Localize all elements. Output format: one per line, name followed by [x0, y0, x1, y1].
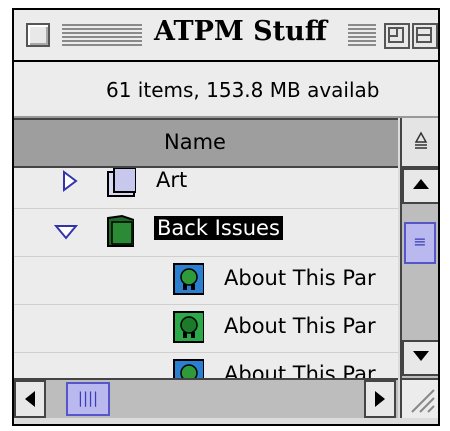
horizontal-scroll-thumb[interactable]: ||||	[66, 382, 110, 416]
scroll-up-button[interactable]	[402, 168, 438, 204]
name-column-label: Name	[164, 130, 226, 154]
resize-grip-icon	[411, 389, 435, 413]
zoom-box[interactable]	[384, 23, 410, 49]
zoom-icon	[388, 27, 404, 43]
status-header: 61 items, 153.8 MB availab	[14, 62, 438, 118]
sort-direction-icon	[414, 131, 428, 149]
horizontal-scrollbar[interactable]: ||||	[14, 378, 398, 418]
folder-icon	[107, 168, 136, 197]
list-item-art[interactable]: Art	[14, 168, 398, 209]
arrow-right-icon	[375, 391, 385, 407]
list-item-document[interactable]: About This Par	[14, 352, 398, 378]
scroll-right-button[interactable]	[364, 380, 396, 418]
windowshade-box[interactable]	[412, 23, 438, 49]
name-column-header[interactable]: Name	[14, 118, 398, 168]
list-item-document[interactable]: About This Par	[14, 304, 398, 353]
windowshade-icon	[416, 27, 432, 43]
scroll-down-button[interactable]	[402, 340, 438, 376]
title-stripes-right	[348, 24, 376, 46]
title-bar[interactable]: ATPM Stuff	[14, 10, 438, 62]
items-available-status: 61 items, 153.8 MB availab	[106, 78, 380, 102]
disclosure-expanded-icon[interactable]	[54, 224, 78, 240]
folder-icon	[107, 214, 134, 247]
vertical-scroll-thumb[interactable]: ≡	[404, 222, 436, 264]
list-item-document[interactable]: About This Par	[14, 256, 398, 305]
list-item-label: About This Par	[224, 314, 376, 338]
disclosure-collapsed-icon[interactable]	[62, 170, 78, 192]
list-item-label: About This Par	[224, 266, 376, 290]
window-title: ATPM Stuff	[148, 16, 333, 47]
document-icon	[173, 359, 204, 378]
close-box[interactable]	[26, 23, 50, 47]
arrow-down-icon	[413, 351, 429, 361]
title-stripes-left	[62, 24, 142, 46]
list-item-label: About This Par	[224, 362, 376, 378]
file-list: Art Back Issues About This Par About Thi…	[14, 168, 398, 378]
arrow-left-icon	[25, 391, 35, 407]
list-item-label: Art	[156, 168, 188, 192]
vertical-scrollbar[interactable]: ≡	[400, 168, 438, 378]
document-icon	[173, 311, 204, 343]
sort-direction-button[interactable]	[400, 118, 438, 168]
list-item-back-issues[interactable]: Back Issues	[14, 208, 398, 257]
resize-grow-box[interactable]	[400, 378, 438, 418]
finder-window: ATPM Stuff 61 items, 153.8 MB availab Na…	[12, 8, 440, 426]
arrow-up-icon	[413, 179, 429, 189]
document-icon	[173, 263, 204, 295]
list-item-label-selected: Back Issues	[154, 216, 283, 240]
scroll-left-button[interactable]	[14, 380, 46, 418]
